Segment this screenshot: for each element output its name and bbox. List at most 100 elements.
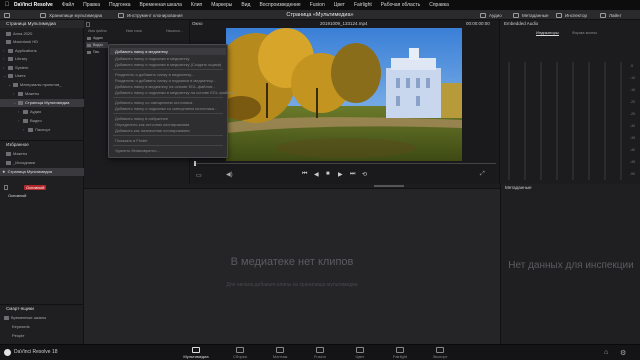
thumbnail-size-slider[interactable] xyxy=(374,185,404,187)
menu-item-clone-destination[interactable]: Добавить как назначение клонирования xyxy=(115,128,190,133)
viewer-panel: Окно 20191009_133124.mp4 00:00:00:00 ▭ ◀… xyxy=(190,20,500,184)
tab-deliver[interactable]: Экспорт xyxy=(420,347,460,360)
menu-clip[interactable]: Клип xyxy=(191,2,202,8)
viewer-frame[interactable] xyxy=(226,28,462,161)
tab-fairlight[interactable]: Fairlight xyxy=(380,347,420,360)
favorite-media-page[interactable]: ★ Страница Мультимедиа xyxy=(0,168,84,176)
menu-item-add-folder[interactable]: Добавить папку в медиатеку xyxy=(115,49,168,54)
play-reverse-button[interactable]: ◀ xyxy=(314,171,319,178)
volume-icon[interactable]: ◀) xyxy=(226,171,233,178)
tree-item-macintosh[interactable]: Macintosh HD xyxy=(0,38,84,46)
column-volume[interactable]: Имя тома xyxy=(126,29,142,33)
tab-color[interactable]: Цвет xyxy=(340,347,380,360)
tree-item-system[interactable]: › System xyxy=(0,64,84,72)
play-button[interactable]: ▶ xyxy=(338,171,343,178)
menu-trim[interactable]: Подгонка xyxy=(109,2,131,8)
menu-item-clone-source[interactable]: Определить как источник клонирования xyxy=(115,122,189,127)
tab-media[interactable]: Мультимедиа xyxy=(176,347,216,360)
go-to-end-button[interactable]: ⏭ xyxy=(350,171,355,178)
star-icon xyxy=(6,152,11,156)
metadata-icon xyxy=(513,12,519,18)
clone-tool-button[interactable]: Инструмент клонирования xyxy=(118,11,183,19)
menu-help[interactable]: Справка xyxy=(429,2,449,8)
menu-app[interactable]: DaVinci Resolve xyxy=(14,2,53,8)
tree-item-applications[interactable]: › Applications xyxy=(0,47,84,55)
menu-workspace[interactable]: Рабочая область xyxy=(381,2,420,8)
toolbar: Хранилище мультимедиа Инструмент клониро… xyxy=(0,10,640,20)
tree-item-passport[interactable]: › Паспорт xyxy=(0,126,84,134)
media-storage-button[interactable]: Хранилище мультимедиа xyxy=(40,11,102,19)
menu-fairlight[interactable]: Fairlight xyxy=(354,2,372,8)
menu-edit[interactable]: Правка xyxy=(83,2,100,8)
empty-pool-hint: Для начала добавьте клипы из хранилища м… xyxy=(226,282,358,288)
menu-fusion[interactable]: Fusion xyxy=(310,2,325,8)
menu-item-source-offset-subfolders[interactable]: Добавить папку и подпапки со смещением и… xyxy=(115,106,217,111)
tree-item-video[interactable]: › Видео xyxy=(0,117,84,125)
tree-item-project-materials[interactable]: ⌄ Материалы проектов_ xyxy=(0,81,84,89)
tab-edit[interactable]: Монтаж xyxy=(260,347,300,360)
tree-item-media-page[interactable]: ⌄ Страница Мультимедиа xyxy=(0,99,84,107)
stop-button[interactable]: ■ xyxy=(326,171,330,177)
apple-icon[interactable]:  xyxy=(0,2,14,8)
menu-timeline[interactable]: Временная шкала xyxy=(140,2,182,8)
menu-playback[interactable]: Воспроизведение xyxy=(259,2,300,8)
smart-bin-people[interactable]: People xyxy=(0,332,84,340)
meter-scale-label: -15 xyxy=(630,88,636,92)
menu-item-delete[interactable]: Удалить безвозвратно... xyxy=(115,148,160,153)
settings-icon[interactable]: ⚙ xyxy=(620,349,626,357)
viewer-mode-icon[interactable]: ▭ xyxy=(196,172,202,179)
tree-item-mockups[interactable]: › Макеты xyxy=(0,90,84,98)
menu-item-split-add-subfolders[interactable]: Разделить и добавить папку и подпапки в … xyxy=(115,78,216,83)
bin-item-master[interactable]: Основной xyxy=(0,192,84,200)
tab-fusion[interactable]: Fusion xyxy=(300,347,340,360)
smart-bins-header: Смарт-ящики xyxy=(0,304,84,312)
tree-item-library[interactable]: › Library xyxy=(0,55,84,63)
fullscreen-icon[interactable]: ⤢ xyxy=(480,171,485,178)
menu-markers[interactable]: Маркеры xyxy=(211,2,232,8)
menu-file[interactable]: Файл xyxy=(62,2,74,8)
column-start[interactable]: Начальн... xyxy=(166,29,183,33)
list-item[interactable]: Пас xyxy=(86,49,108,55)
playhead[interactable] xyxy=(194,161,196,166)
menu-item-add-favorite[interactable]: Добавить папку в избранное xyxy=(115,116,168,121)
media-icon xyxy=(192,347,200,353)
tab-meters[interactable]: Индикаторы xyxy=(536,30,559,36)
menu-color[interactable]: Цвет xyxy=(334,2,345,8)
smart-bin-keywords[interactable]: Keywords xyxy=(0,323,84,331)
audio-panel: Embedded Audio Индикаторы Форма волны -5… xyxy=(500,20,640,184)
smart-bin-timelines[interactable]: Временные шкалы xyxy=(0,314,84,322)
meter-scale-label: -25 xyxy=(630,112,636,116)
loop-button[interactable]: ⟲ xyxy=(362,171,367,178)
column-filename[interactable]: Имя файла xyxy=(88,29,107,33)
panel-toggle-button[interactable] xyxy=(4,11,13,19)
inspector-button[interactable]: Инспектор xyxy=(556,11,587,19)
menu-view[interactable]: Вид xyxy=(241,2,250,8)
bin-icon xyxy=(4,316,9,320)
menu-item-add-folder-subfolders-bins[interactable]: Добавить папку и подпапки в медиатеку (С… xyxy=(115,62,221,67)
menu-item-split-add[interactable]: Разделить и добавить папку в медиатеку..… xyxy=(115,72,194,77)
menu-item-show-finder[interactable]: Показать в Finder xyxy=(115,138,148,143)
menu-item-add-folder-subfolders[interactable]: Добавить папку и подпапки в медиатеку xyxy=(115,56,190,61)
bin-view-icon[interactable] xyxy=(4,185,8,190)
home-icon[interactable]: ⌂ xyxy=(604,349,608,356)
menu-item-add-edl-subfolders[interactable]: Добавить папку и подпапки в медиатеку на… xyxy=(115,90,237,95)
metadata-panel: Метаданные Нет данных для инспекции xyxy=(500,184,640,344)
menu-item-source-offset[interactable]: Добавить папку со смещением источника xyxy=(115,100,192,105)
favorite-sources[interactable]: _Исходники xyxy=(0,159,84,167)
tab-waveform[interactable]: Форма волны xyxy=(572,30,597,35)
menu-item-add-edl[interactable]: Добавить папку в медиатеку на основе EDL… xyxy=(115,84,216,89)
audio-button[interactable]: Аудио xyxy=(480,11,502,19)
tree-item-users[interactable]: ⌄ Users xyxy=(0,72,84,80)
tree-item-anna2020[interactable]: Anna 2020 xyxy=(0,30,84,38)
list-item[interactable]: Видео xyxy=(86,42,108,48)
meter-scale-label: -20 xyxy=(630,100,636,104)
go-to-start-button[interactable]: ⏮ xyxy=(302,171,307,178)
favorite-mockups[interactable]: Макеты xyxy=(0,150,84,158)
tab-cut[interactable]: Сборка xyxy=(220,347,260,360)
extra-tab-button[interactable]: Лайнт xyxy=(600,11,622,19)
tree-item-audio[interactable]: › Аудио xyxy=(0,108,84,116)
metadata-button[interactable]: Метаданные xyxy=(513,11,549,19)
list-item[interactable]: Аудио xyxy=(86,35,108,41)
list-view-icon[interactable] xyxy=(86,22,90,27)
scrubber-track[interactable] xyxy=(194,163,496,164)
